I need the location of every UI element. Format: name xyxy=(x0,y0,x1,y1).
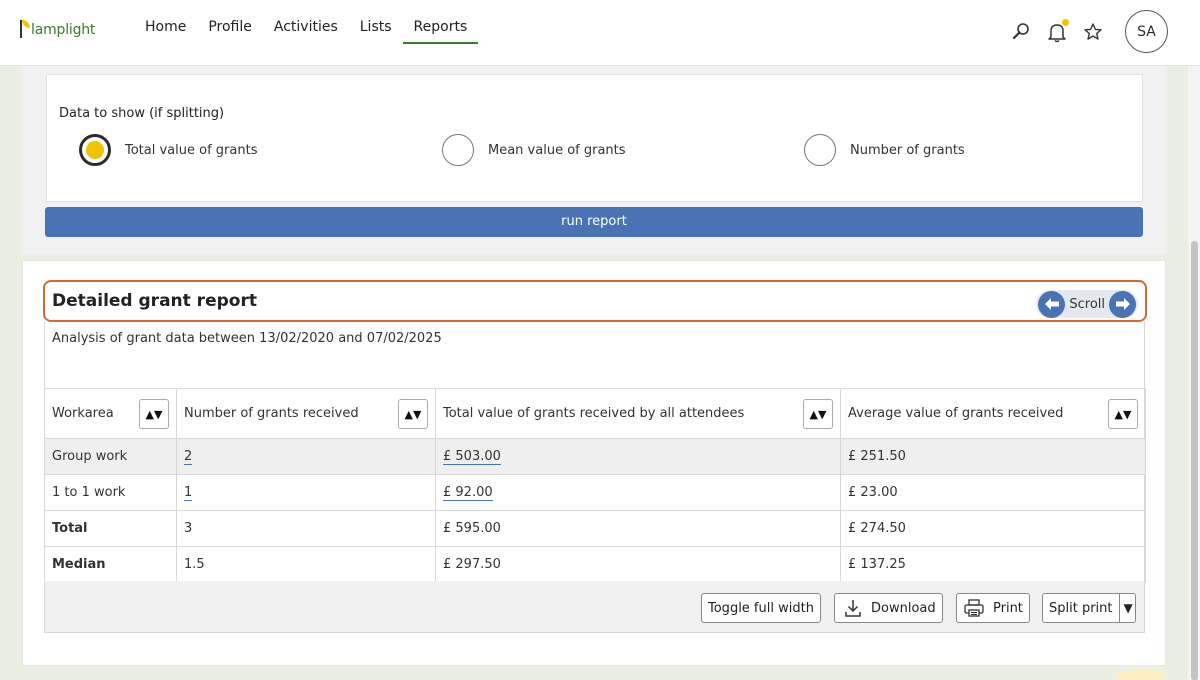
nav-icons: SA xyxy=(1003,10,1168,53)
scroll-left-icon[interactable] xyxy=(1038,290,1066,318)
scrollbar-thumb[interactable] xyxy=(1191,241,1198,680)
report-output-panel: Detailed grant report Scroll Analysis of… xyxy=(22,260,1166,666)
count-link[interactable]: 2 xyxy=(184,449,193,465)
table-row: 1 to 1 work 1 £ 92.00 £ 23.00 xyxy=(44,474,1146,511)
total-cell: £ 92.00 xyxy=(435,474,841,511)
split-print-dropdown-icon[interactable]: ▼ xyxy=(1118,594,1133,622)
user-avatar[interactable]: SA xyxy=(1125,10,1168,53)
main-nav: Home Profile Activities Lists Reports xyxy=(134,0,478,66)
scroll-control: Scroll xyxy=(1036,290,1138,318)
grant-report-table: Workarea ▲▼ Number of grants received ▲▼… xyxy=(44,388,1146,583)
report-body: Analysis of grant data between 13/02/202… xyxy=(44,321,1146,633)
nav-activities[interactable]: Activities xyxy=(263,0,349,44)
sort-icon[interactable]: ▲▼ xyxy=(139,399,169,429)
radio-checked-icon xyxy=(79,134,111,166)
total-cell: £ 503.00 xyxy=(435,438,841,475)
report-options-panel: Data to show (if splitting) Total value … xyxy=(22,66,1166,254)
report-toolbar: Toggle full width Download Print Split p… xyxy=(45,581,1144,632)
table-row-total: Total 3 £ 595.00 £ 274.50 xyxy=(44,510,1146,547)
split-print-button[interactable]: Split print ▼ xyxy=(1042,593,1136,623)
column-header-average-value: Average value of grants received ▲▼ xyxy=(840,388,1146,439)
total-cell: £ 595.00 xyxy=(435,510,841,547)
print-button[interactable]: Print xyxy=(956,593,1030,623)
page-scrollbar[interactable] xyxy=(1188,66,1200,680)
logo-text: lamplight xyxy=(31,22,96,38)
top-navbar: lamplight Home Profile Activities Lists … xyxy=(0,0,1200,66)
download-button[interactable]: Download xyxy=(834,593,943,623)
total-cell: £ 297.50 xyxy=(435,546,841,583)
average-cell: £ 137.25 xyxy=(840,546,1146,583)
star-icon[interactable] xyxy=(1075,14,1111,50)
nav-reports[interactable]: Reports xyxy=(402,0,479,44)
radio-unchecked-icon xyxy=(442,134,474,166)
nav-lists[interactable]: Lists xyxy=(349,0,403,44)
count-cell: 1.5 xyxy=(176,546,436,583)
run-report-button[interactable]: run report xyxy=(45,207,1143,237)
scroll-label: Scroll xyxy=(1069,296,1105,312)
notification-dot xyxy=(1062,18,1069,26)
workarea-cell: Total xyxy=(44,510,177,547)
radio-number-of-grants[interactable]: Number of grants xyxy=(804,134,965,166)
report-header: Detailed grant report Scroll xyxy=(43,280,1147,322)
data-to-show-title: Data to show (if splitting) xyxy=(59,106,225,121)
count-cell: 3 xyxy=(176,510,436,547)
column-header-total-value: Total value of grants received by all at… xyxy=(435,388,841,439)
lamp-icon xyxy=(18,20,30,38)
radio-total-value[interactable]: Total value of grants xyxy=(79,134,257,166)
count-link[interactable]: 1 xyxy=(184,485,193,501)
nav-profile[interactable]: Profile xyxy=(197,0,263,44)
radio-mean-value[interactable]: Mean value of grants xyxy=(442,134,626,166)
sort-icon[interactable]: ▲▼ xyxy=(1108,399,1138,429)
data-to-show-box: Data to show (if splitting) Total value … xyxy=(46,74,1143,202)
column-header-workarea: Workarea ▲▼ xyxy=(44,388,177,439)
bell-icon[interactable] xyxy=(1039,14,1075,50)
lamplight-logo[interactable]: lamplight xyxy=(18,16,95,38)
average-cell: £ 274.50 xyxy=(840,510,1146,547)
workarea-cell: Median xyxy=(44,546,177,583)
workarea-cell: Group work xyxy=(44,438,177,475)
total-link[interactable]: £ 503.00 xyxy=(443,449,501,465)
average-cell: £ 23.00 xyxy=(840,474,1146,511)
search-icon[interactable] xyxy=(1003,14,1039,50)
count-cell: 2 xyxy=(176,438,436,475)
radio-unchecked-icon xyxy=(804,134,836,166)
download-icon xyxy=(845,600,861,617)
workarea-cell: 1 to 1 work xyxy=(44,474,177,511)
toggle-full-width-button[interactable]: Toggle full width xyxy=(701,593,821,623)
help-bubble-peek[interactable] xyxy=(1116,670,1166,680)
nav-home[interactable]: Home xyxy=(134,0,197,44)
average-cell: £ 251.50 xyxy=(840,438,1146,475)
total-link[interactable]: £ 92.00 xyxy=(443,485,493,501)
table-row-median: Median 1.5 £ 297.50 £ 137.25 xyxy=(44,546,1146,583)
scroll-right-icon[interactable] xyxy=(1109,290,1136,318)
report-description: Analysis of grant data between 13/02/202… xyxy=(52,331,442,346)
report-title: Detailed grant report xyxy=(52,291,257,311)
column-header-number-of-grants: Number of grants received ▲▼ xyxy=(176,388,436,439)
sort-icon[interactable]: ▲▼ xyxy=(803,399,833,429)
table-row: Group work 2 £ 503.00 £ 251.50 xyxy=(44,438,1146,475)
count-cell: 1 xyxy=(176,474,436,511)
sort-icon[interactable]: ▲▼ xyxy=(398,399,428,429)
printer-icon xyxy=(964,599,984,617)
